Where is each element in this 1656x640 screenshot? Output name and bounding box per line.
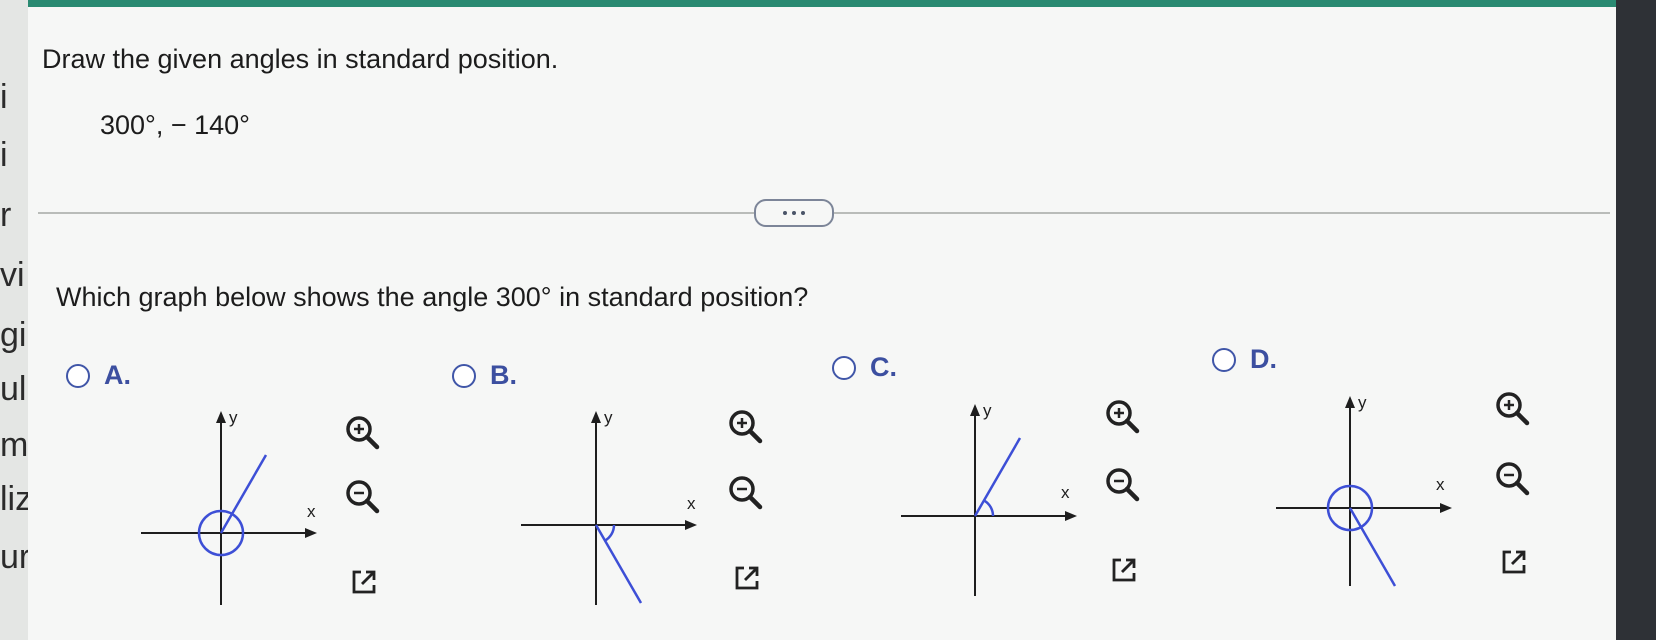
- zoom-out-button[interactable]: [1490, 456, 1534, 500]
- side-fragment: liz: [0, 480, 28, 518]
- x-axis-label: x: [307, 502, 316, 521]
- open-external-icon: [1112, 558, 1136, 582]
- terminal-ray: [219, 454, 268, 534]
- open-external-button[interactable]: [342, 560, 386, 604]
- open-external-button[interactable]: [725, 556, 769, 600]
- graph-d: y x: [1276, 393, 1452, 587]
- top-accent-bar: [0, 0, 1656, 7]
- y-axis-label: y: [1358, 393, 1367, 412]
- x-axis-label: x: [687, 494, 696, 513]
- option-d[interactable]: D.: [1212, 344, 1277, 375]
- more-options-button[interactable]: [754, 199, 834, 227]
- zoom-out-button[interactable]: [1100, 462, 1144, 506]
- side-fragment: ur: [0, 538, 28, 576]
- graph-c: y x: [901, 401, 1077, 596]
- option-label: C.: [870, 352, 897, 382]
- side-fragment: vi: [0, 256, 25, 294]
- zoom-in-icon: [729, 410, 763, 444]
- x-axis-label: x: [1061, 483, 1070, 502]
- left-background-window: i i r vi gi ul ml liz ur: [0, 0, 28, 640]
- open-external-icon: [352, 570, 376, 594]
- y-axis-label: y: [229, 408, 238, 427]
- y-axis-label: y: [604, 408, 613, 427]
- radio-button[interactable]: [832, 355, 856, 380]
- terminal-ray: [1348, 507, 1397, 587]
- open-external-icon: [735, 566, 759, 590]
- option-label: D.: [1250, 344, 1277, 374]
- terminal-ray: [973, 437, 1022, 517]
- zoom-out-icon: [346, 480, 380, 514]
- side-fragment: ul: [0, 370, 27, 408]
- part-question: Which graph below shows the angle 300° i…: [56, 282, 809, 312]
- side-fragment: gi: [0, 316, 27, 354]
- zoom-out-icon: [1106, 468, 1140, 502]
- graph-a: y x: [141, 408, 317, 605]
- option-a[interactable]: A.: [66, 360, 131, 391]
- zoom-in-icon: [346, 416, 380, 450]
- x-axis-arrow: [305, 528, 317, 538]
- y-axis-arrow: [970, 404, 980, 416]
- y-axis-arrow: [1345, 396, 1355, 408]
- side-fragment: i: [0, 78, 8, 116]
- zoom-out-button[interactable]: [340, 474, 384, 518]
- x-axis-arrow: [685, 520, 697, 530]
- zoom-in-button[interactable]: [1100, 394, 1144, 438]
- graph-b: y x: [521, 408, 697, 605]
- question-prompt: Draw the given angles in standard positi…: [42, 44, 559, 74]
- open-external-button[interactable]: [1492, 540, 1536, 584]
- option-b[interactable]: B.: [452, 360, 517, 391]
- radio-button[interactable]: [452, 363, 476, 388]
- y-axis-arrow: [216, 411, 226, 423]
- x-axis-arrow: [1065, 511, 1077, 521]
- angle-arc: [604, 524, 616, 542]
- y-axis-label: y: [983, 401, 992, 420]
- zoom-out-icon: [729, 476, 763, 510]
- angle-arc: [983, 499, 995, 517]
- side-fragment: i: [0, 136, 8, 174]
- radio-button[interactable]: [66, 363, 90, 388]
- zoom-in-button[interactable]: [1490, 386, 1534, 430]
- dot-icon: [783, 211, 787, 215]
- dot-icon: [801, 211, 805, 215]
- dot-icon: [792, 211, 796, 215]
- given-angles: 300°, − 140°: [100, 110, 250, 140]
- x-axis-arrow: [1440, 503, 1452, 513]
- zoom-in-icon: [1496, 392, 1530, 426]
- option-label: A.: [104, 360, 131, 390]
- option-label: B.: [490, 360, 517, 390]
- side-fragment: r: [0, 196, 12, 234]
- zoom-in-button[interactable]: [723, 404, 767, 448]
- open-external-button[interactable]: [1102, 548, 1146, 592]
- screen-bezel: [1616, 0, 1656, 640]
- open-external-icon: [1502, 550, 1526, 574]
- zoom-out-icon: [1496, 462, 1530, 496]
- zoom-in-icon: [1106, 400, 1140, 434]
- zoom-in-button[interactable]: [340, 410, 384, 454]
- option-c[interactable]: C.: [832, 352, 897, 383]
- zoom-out-button[interactable]: [723, 470, 767, 514]
- radio-button[interactable]: [1212, 347, 1236, 372]
- terminal-ray: [594, 524, 643, 604]
- side-fragment: ml: [0, 426, 28, 464]
- x-axis-label: x: [1436, 475, 1445, 494]
- y-axis-arrow: [591, 411, 601, 423]
